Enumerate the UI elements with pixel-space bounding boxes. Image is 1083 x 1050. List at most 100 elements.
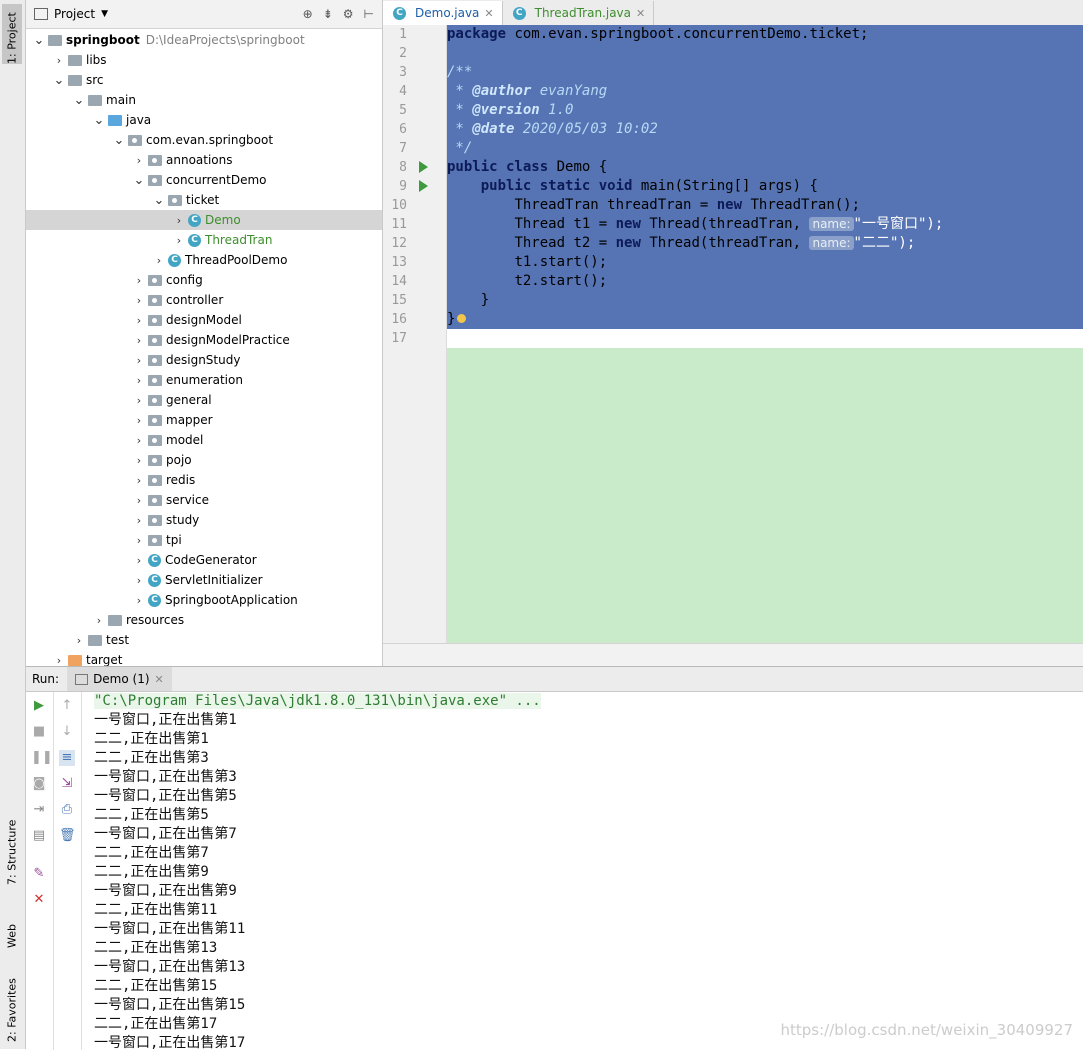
locate-icon[interactable]: ⊕	[303, 7, 313, 21]
close-icon[interactable]: ✕	[636, 7, 645, 20]
code-line-8[interactable]: public class Demo {	[447, 158, 1083, 177]
scroll-to-end-icon[interactable]: ⇲	[59, 776, 75, 792]
code-line-16[interactable]: }	[447, 310, 1083, 329]
chevron-down-icon[interactable]: ⌄	[32, 33, 46, 48]
tree-item-mapper[interactable]: › mapper	[26, 410, 382, 430]
hide-panel-icon[interactable]: ⊢	[364, 7, 374, 21]
tree-item-pojo[interactable]: › pojo	[26, 450, 382, 470]
code-line-14[interactable]: t2.start();	[447, 272, 1083, 291]
tree-item-controller[interactable]: › controller	[26, 290, 382, 310]
chevron-right-icon[interactable]: ›	[172, 234, 186, 247]
tree-item-demo[interactable]: › C Demo	[26, 210, 382, 230]
chevron-right-icon[interactable]: ›	[152, 254, 166, 267]
close-icon[interactable]: ✕	[155, 673, 164, 686]
tree-item-servletinitializer[interactable]: › C ServletInitializer	[26, 570, 382, 590]
favorites-tool-tab[interactable]: 2: Favorites	[2, 960, 22, 1042]
up-arrow-icon[interactable]: ↑	[59, 698, 75, 714]
tree-item-model[interactable]: › model	[26, 430, 382, 450]
tree-item-threadpooldemo[interactable]: › C ThreadPoolDemo	[26, 250, 382, 270]
code-line-5[interactable]: * @version 1.0	[447, 101, 1083, 120]
tree-item-test[interactable]: › test	[26, 630, 382, 650]
layout-icon[interactable]: ▤	[31, 828, 47, 844]
structure-tool-tab[interactable]: 7: Structure	[2, 805, 22, 885]
chevron-right-icon[interactable]: ›	[132, 574, 146, 587]
camera-icon[interactable]: ◙	[31, 776, 47, 792]
tree-item-general[interactable]: › general	[26, 390, 382, 410]
chevron-down-icon[interactable]: ⌄	[72, 93, 86, 108]
chevron-down-icon[interactable]: ⌄	[92, 113, 106, 128]
tree-item-codegenerator[interactable]: › C CodeGenerator	[26, 550, 382, 570]
run-gutter-icon[interactable]	[419, 161, 428, 173]
tree-item-target[interactable]: › target	[26, 650, 382, 666]
close-run-icon[interactable]: ✕	[31, 892, 47, 908]
chevron-down-icon[interactable]: ▼	[101, 9, 108, 19]
chevron-right-icon[interactable]: ›	[172, 214, 186, 227]
tab-threadtran-java[interactable]: C ThreadTran.java ✕	[503, 1, 655, 25]
project-panel-title[interactable]: Project	[54, 7, 95, 21]
chevron-right-icon[interactable]: ›	[132, 354, 146, 367]
chevron-down-icon[interactable]: ⌄	[132, 173, 146, 188]
chevron-right-icon[interactable]: ›	[92, 614, 106, 627]
code-area[interactable]: package com.evan.springboot.concurrentDe…	[447, 25, 1083, 643]
chevron-right-icon[interactable]: ›	[132, 394, 146, 407]
chevron-right-icon[interactable]: ›	[132, 274, 146, 287]
chevron-right-icon[interactable]: ›	[132, 414, 146, 427]
chevron-right-icon[interactable]: ›	[132, 294, 146, 307]
tree-item-designstudy[interactable]: › designStudy	[26, 350, 382, 370]
chevron-down-icon[interactable]: ⌄	[52, 73, 66, 88]
gear-icon[interactable]: ⚙	[343, 7, 354, 21]
code-line-3[interactable]: /**	[447, 63, 1083, 82]
tree-item-libs[interactable]: › libs	[26, 50, 382, 70]
tree-item-redis[interactable]: › redis	[26, 470, 382, 490]
tree-item-springboot[interactable]: ⌄ springboot D:\IdeaProjects\springboot	[26, 30, 382, 50]
code-line-10[interactable]: ThreadTran threadTran = new ThreadTran()…	[447, 196, 1083, 215]
chevron-down-icon[interactable]: ⌄	[112, 133, 126, 148]
collapse-all-icon[interactable]: ⇟	[323, 7, 333, 21]
code-line-11[interactable]: Thread t1 = new Thread(threadTran, name:…	[447, 215, 1083, 234]
chevron-right-icon[interactable]: ›	[132, 474, 146, 487]
code-line-9[interactable]: public static void main(String[] args) {	[447, 177, 1083, 196]
chevron-right-icon[interactable]: ›	[132, 554, 146, 567]
tab-demo-java[interactable]: C Demo.java ✕	[383, 1, 503, 25]
exit-icon[interactable]: ⇥	[31, 802, 47, 818]
project-tool-tab[interactable]: 1: Project	[2, 4, 22, 64]
chevron-right-icon[interactable]: ›	[132, 514, 146, 527]
chevron-right-icon[interactable]: ›	[132, 594, 146, 607]
tree-item-java[interactable]: ⌄ java	[26, 110, 382, 130]
tree-item-src[interactable]: ⌄ src	[26, 70, 382, 90]
tree-item-threadtran[interactable]: › C ThreadTran	[26, 230, 382, 250]
code-line-6[interactable]: * @date 2020/05/03 10:02	[447, 120, 1083, 139]
chevron-right-icon[interactable]: ›	[72, 634, 86, 647]
tree-item-concurrentdemo[interactable]: ⌄ concurrentDemo	[26, 170, 382, 190]
tree-item-study[interactable]: › study	[26, 510, 382, 530]
chevron-right-icon[interactable]: ›	[52, 54, 66, 67]
tree-item-annoations[interactable]: › annoations	[26, 150, 382, 170]
tree-item-resources[interactable]: › resources	[26, 610, 382, 630]
soft-wrap-icon[interactable]: ≡	[59, 750, 75, 766]
chevron-right-icon[interactable]: ›	[132, 374, 146, 387]
chevron-right-icon[interactable]: ›	[132, 494, 146, 507]
down-arrow-icon[interactable]: ↓	[59, 724, 75, 740]
tree-item-designmodelpractice[interactable]: › designModelPractice	[26, 330, 382, 350]
tree-item-tpi[interactable]: › tpi	[26, 530, 382, 550]
code-line-13[interactable]: t1.start();	[447, 253, 1083, 272]
tree-item-config[interactable]: › config	[26, 270, 382, 290]
chevron-down-icon[interactable]: ⌄	[152, 193, 166, 208]
web-tool-tab[interactable]: Web	[2, 900, 22, 948]
chevron-right-icon[interactable]: ›	[132, 314, 146, 327]
line-number-gutter[interactable]: 1 2 3 4 5 6 7 8 9 10 11 12 13 14 15 16 17	[383, 25, 447, 643]
tree-item-ticket[interactable]: ⌄ ticket	[26, 190, 382, 210]
chevron-right-icon[interactable]: ›	[132, 154, 146, 167]
chevron-right-icon[interactable]: ›	[132, 534, 146, 547]
tree-item-com-evan-springboot[interactable]: ⌄ com.evan.springboot	[26, 130, 382, 150]
code-line-4[interactable]: * @author evanYang	[447, 82, 1083, 101]
print-icon[interactable]: ⎙	[59, 802, 75, 818]
run-gutter-icon[interactable]	[419, 180, 428, 192]
pause-icon[interactable]: ❚❚	[31, 750, 53, 766]
trash-icon[interactable]: 🗑	[59, 828, 76, 844]
code-line-2[interactable]	[447, 44, 1083, 63]
chevron-right-icon[interactable]: ›	[132, 434, 146, 447]
chevron-right-icon[interactable]: ›	[52, 654, 66, 667]
tree-item-springbootapplication[interactable]: › C SpringbootApplication	[26, 590, 382, 610]
console-output[interactable]: "C:\Program Files\Java\jdk1.8.0_131\bin\…	[94, 692, 1083, 1050]
